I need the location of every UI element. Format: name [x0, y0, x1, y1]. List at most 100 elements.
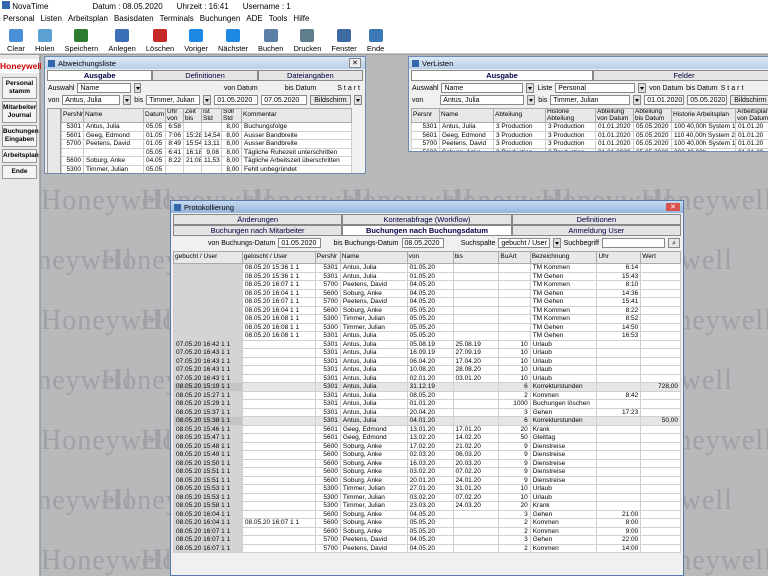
column-header[interactable]: gebucht / User: [173, 251, 243, 264]
column-header[interactable]: Soll Std: [221, 108, 242, 123]
table-row[interactable]: 5601 Geeg, Edmond 01.05 7:06 15:28 14,54 8,00 A…: [61, 130, 352, 140]
table-row[interactable]: 08.05.20 15:58 1 1 5300 Timmer, Julian 23.0…: [173, 501, 681, 511]
table-row[interactable]: 08.05.20 15:46 1 1 5601 Geeg, Edmond 13.01.…: [173, 424, 681, 434]
column-header[interactable]: von: [406, 251, 454, 264]
liste-select[interactable]: Personal: [555, 83, 636, 93]
chevron-down-icon[interactable]: [133, 83, 141, 93]
table-row[interactable]: 08.05.20 16:04 1 1 08.05.20 16:07 1 1 5600…: [173, 518, 681, 528]
table-row[interactable]: 5301 Antus, Julia 05.05 6:58 8,00 Buchungsfol…: [61, 122, 352, 132]
toolbar-button-1[interactable]: Holen: [30, 25, 60, 53]
column-header[interactable]: Name: [339, 251, 408, 264]
table-row[interactable]: 05.05 6:41 16:18 9,08 8,00 Tägliche Ruhezeit …: [61, 147, 352, 157]
tab-buchungen-mitarbeiter[interactable]: Buchungen nach Mitarbeiter: [173, 225, 343, 235]
table-row[interactable]: 08.05.20 15:48 1 1 5600 Soburg, Anke 17.02.…: [173, 441, 681, 451]
column-header[interactable]: Bezeichnung: [529, 251, 598, 264]
table-row[interactable]: 08.05.20 15:37 1 1 5301 Antus, Julia 20.04.…: [173, 407, 681, 417]
menu-item-3[interactable]: Basisdaten: [114, 14, 154, 23]
auswahl-select[interactable]: Name: [441, 83, 524, 93]
tab-aenderungen[interactable]: Änderungen: [173, 214, 343, 224]
table-row[interactable]: 08.05.20 15:53 1 1 5300 Timmer, Julian 03.0…: [173, 492, 681, 502]
nav-item-1[interactable]: Mitarbeiter Journal: [2, 101, 37, 123]
column-header[interactable]: Datum: [143, 108, 166, 123]
menu-item-8[interactable]: Hilfe: [293, 14, 309, 23]
column-header[interactable]: Kommentar: [241, 108, 352, 123]
tab-definitionen[interactable]: Definitionen: [511, 214, 681, 224]
menu-item-7[interactable]: Tools: [269, 14, 288, 23]
table-row[interactable]: 08.05.20 16:07 1 1 5700 Peetens, David 04.0…: [173, 535, 681, 545]
column-header[interactable]: Uhr von: [165, 108, 184, 123]
menu-item-4[interactable]: Terminals: [160, 14, 194, 23]
column-header[interactable]: Uhr: [596, 251, 642, 264]
column-header[interactable]: Persnr: [411, 108, 440, 123]
table-row[interactable]: 08.05.20 16:07 1 1 5600 Soburg, Anke 05.05.…: [173, 526, 681, 536]
output-target-button[interactable]: Bildschirm: [730, 95, 768, 105]
von-select[interactable]: Antus, Julia: [440, 95, 525, 105]
chevron-down-icon[interactable]: [526, 83, 535, 93]
nav-item-0[interactable]: Personal stamm: [2, 77, 37, 99]
tab-dateiangaben[interactable]: Dateiangaben: [257, 70, 363, 80]
table-row[interactable]: 08.05.20 15:51 1 1 5600 Soburg, Anke 20.01.…: [173, 475, 681, 485]
table-row[interactable]: 08.05.20 15:27 1 1 5301 Antus, Julia 08.05.…: [173, 390, 681, 400]
column-header[interactable]: Historie Arbeitsplan: [671, 108, 736, 123]
column-header[interactable]: Historie Abteilung: [545, 108, 596, 123]
table-row[interactable]: 5601 Geeg, Edmond 3 Production 3 Production…: [411, 130, 768, 140]
toolbar-button-3[interactable]: Anlegen: [103, 25, 141, 53]
table-row[interactable]: 08.05.20 16:04 1 1 5600 Soburg, Anke 04.05.…: [173, 288, 681, 298]
von-datum-field[interactable]: 01.05.2020: [214, 95, 259, 105]
toolbar-button-4[interactable]: Löschen: [141, 25, 179, 53]
tab-buchungen-buchungsdatum[interactable]: Buchungen nach Buchungsdatum: [342, 225, 512, 235]
von-datum-field[interactable]: 01.01.2020: [644, 95, 685, 105]
nav-item-3[interactable]: Arbeitsplan: [2, 149, 39, 163]
table-row[interactable]: 08.05.20 15:19 1 1 5301 Antus, Julia 31.12.…: [173, 382, 681, 392]
toolbar-button-8[interactable]: Drucken: [288, 25, 326, 53]
nav-item-4[interactable]: Ende: [2, 165, 37, 179]
table-row[interactable]: 5700 Peetens, David 3 Production 3 Producti…: [411, 139, 768, 149]
column-header[interactable]: PersNr: [314, 251, 341, 264]
table-row[interactable]: 08.05.20 15:38 1 1 5301 Antus, Julia 04.01.…: [173, 416, 681, 426]
suchspalte-select[interactable]: gebucht / User: [498, 238, 550, 248]
column-header[interactable]: Ist Std: [201, 108, 222, 123]
close-icon[interactable]: ✕: [349, 58, 361, 68]
column-header[interactable]: geloscht / User: [241, 251, 316, 264]
nav-item-2[interactable]: Buchungen Eingaben: [2, 125, 39, 147]
table-row[interactable]: 5600 Soburg, Anke 3 Production 3 Production…: [411, 147, 768, 151]
tab-ausgabe[interactable]: Ausgabe: [47, 70, 153, 80]
chevron-down-icon[interactable]: [527, 95, 536, 105]
table-row[interactable]: 07.05.20 16:43 1 1 5301 Antus, Julia 10.08.…: [173, 365, 681, 375]
table-row[interactable]: 08.05.20 16:07 1 1 5700 Peetens, David 04.0…: [173, 297, 681, 307]
auswahl-select[interactable]: Name: [77, 83, 131, 93]
toolbar-button-6[interactable]: Nächster: [213, 25, 253, 53]
table-row[interactable]: 08.05.20 16:07 1 1 5700 Peetens, David 04.0…: [173, 280, 681, 290]
table-row[interactable]: 08.05.20 16:07 1 1 5700 Peetens, David 04.0…: [173, 543, 681, 553]
toolbar-button-9[interactable]: Fenster: [326, 25, 361, 53]
column-header[interactable]: Abteilung: [493, 108, 546, 123]
bis-datum-field[interactable]: 07.05.2020: [261, 95, 308, 105]
chevron-down-icon[interactable]: [638, 83, 647, 93]
chevron-down-icon[interactable]: [552, 238, 561, 248]
chevron-down-icon[interactable]: [353, 95, 362, 105]
table-row[interactable]: 08.05.20 15:36 1 1 5301 Antus, Julia 01.05.…: [173, 263, 681, 273]
column-header[interactable]: PersNr: [61, 108, 84, 123]
column-header[interactable]: Arbeitsplan von Datum: [735, 108, 768, 123]
table-row[interactable]: 5700 Peetens, David 01.05 8:49 15:54 13,11 8,0…: [61, 139, 352, 149]
toolbar-button-7[interactable]: Buchen: [253, 25, 288, 53]
table-row[interactable]: 5600Soburg, Anke04.058:2221:08#11,538,00…: [61, 156, 352, 166]
table-row[interactable]: 08.05.20 16:08 1 1 5300 Timmer, Julian 05.0…: [173, 322, 681, 332]
table-row[interactable]: 08.05.20 16:08 1 1 5301 Antus, Julia 05.05.…: [173, 331, 681, 341]
table-row[interactable]: 07.05.20 16:43 1 1 5301 Antus, Julia 02.01.…: [173, 373, 681, 383]
column-header[interactable]: Abteilung von Datum: [595, 108, 634, 123]
menu-item-1[interactable]: Listen: [41, 14, 62, 23]
tab-felder[interactable]: Felder: [593, 70, 768, 80]
table-row[interactable]: 07.05.20 16:42 1 1 5301 Antus, Julia 05.08.…: [173, 339, 681, 349]
toolbar-button-5[interactable]: Voriger: [179, 25, 213, 53]
menu-item-2[interactable]: Arbeitsplan: [68, 14, 108, 23]
table-row[interactable]: 08.05.20 15:29 1 1 5301 Antus, Julia 01.01.…: [173, 399, 681, 409]
suchbegriff-input[interactable]: [601, 238, 666, 248]
table-row[interactable]: 08.05.20 15:53 1 1 5300 Timmer, Julian 27.0…: [173, 484, 681, 494]
bis-datum-field[interactable]: 05.05.2020: [687, 95, 728, 105]
table-row[interactable]: 08.05.20 16:04 1 1 5600 Soburg, Anke 04.05.…: [173, 509, 681, 519]
von-select[interactable]: Antus, Julia: [62, 95, 121, 105]
output-target-select[interactable]: Bildschirm: [310, 95, 351, 105]
table-row[interactable]: 08.05.20 16:08 1 1 5300 Timmer, Julian 05.0…: [173, 314, 681, 324]
tab-anmeldung-user[interactable]: Anmeldung User: [511, 225, 681, 235]
